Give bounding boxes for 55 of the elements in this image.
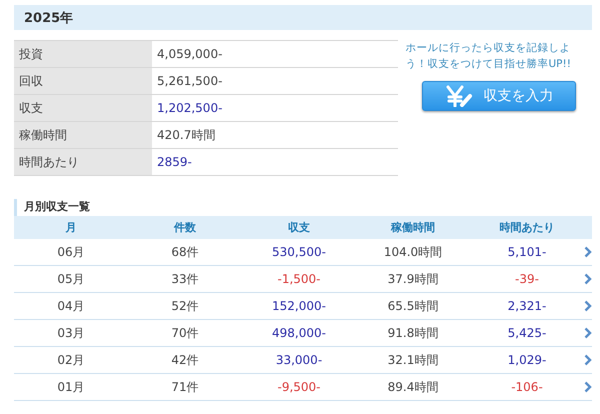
chevron-right-icon[interactable] <box>584 273 592 285</box>
count-cell-text: 71件 <box>170 378 200 396</box>
month-cell-text: 03月 <box>56 324 86 342</box>
per-hour-cell-text: -39- <box>514 272 540 286</box>
per-hour-cell-text: -106- <box>510 380 544 394</box>
hours-cell-text: 32.1時間 <box>386 352 440 368</box>
count-cell-text: 68件 <box>170 244 200 260</box>
per-hour-cell-text: 1,029- <box>506 353 548 367</box>
chevron-right-icon[interactable] <box>584 327 592 339</box>
summary-value: 4,059,000- <box>152 40 398 68</box>
month-cell-text: 05月 <box>56 270 86 288</box>
column-header: 件数 <box>172 220 197 235</box>
profit-cell-text: -9,500- <box>276 380 322 394</box>
per-hour-cell-text: 5,101- <box>506 245 548 259</box>
month-cell-text: 01月 <box>56 378 86 396</box>
column-header: 月 <box>64 220 78 235</box>
hours-cell-text: 89.4時間 <box>386 378 440 396</box>
yen-pencil-icon <box>444 85 474 107</box>
count-cell-text: 33件 <box>170 270 200 288</box>
year-title: 2025年 <box>24 10 74 26</box>
count-cell-text: 52件 <box>170 298 200 314</box>
hours-cell-text: 104.0時間 <box>382 244 444 260</box>
month-cell-text: 02月 <box>56 352 86 368</box>
profit-cell-text: 152,000- <box>271 299 327 313</box>
profit-cell-text: 498,000- <box>271 326 327 340</box>
summary-value: 5,261,500- <box>152 68 398 94</box>
enter-balance-button[interactable]: 収支を入力 <box>422 81 576 111</box>
chevron-right-icon[interactable] <box>584 246 592 258</box>
summary-label: 回収 <box>14 68 152 94</box>
count-cell-text: 42件 <box>170 352 200 368</box>
count-cell-text: 70件 <box>170 324 200 342</box>
chevron-right-icon[interactable] <box>584 354 592 366</box>
per-hour-cell-text: 2,321- <box>506 299 548 313</box>
column-header: 稼働時間 <box>390 220 436 235</box>
summary-label: 稼働時間 <box>14 122 152 148</box>
summary-value: 2859- <box>152 148 398 176</box>
profit-cell-text: 530,500- <box>271 245 327 259</box>
column-header: 収支 <box>287 220 311 235</box>
column-header: 時間あたり <box>498 220 556 235</box>
summary-label: 収支 <box>14 94 152 122</box>
summary-label: 投資 <box>14 40 152 68</box>
summary-value: 1,202,500- <box>152 94 398 122</box>
hours-cell-text: 37.9時間 <box>386 270 440 288</box>
chevron-right-icon[interactable] <box>584 300 592 312</box>
month-cell-text: 04月 <box>56 298 86 314</box>
chevron-right-icon[interactable] <box>584 381 592 393</box>
hours-cell-text: 91.8時間 <box>386 324 440 342</box>
profit-cell-text: -1,500- <box>276 272 322 286</box>
month-cell-text: 06月 <box>56 244 86 260</box>
summary-label: 時間あたり <box>14 148 152 176</box>
hours-cell-text: 65.5時間 <box>386 298 440 314</box>
promo-text: ホールに行ったら収支を記録しよう！収支をつけて目指せ勝率UP!! <box>406 41 572 72</box>
per-hour-cell-text: 5,425- <box>506 326 548 340</box>
profit-cell-text: 33,000- <box>274 353 324 367</box>
summary-value: 420.7時間 <box>152 122 398 148</box>
